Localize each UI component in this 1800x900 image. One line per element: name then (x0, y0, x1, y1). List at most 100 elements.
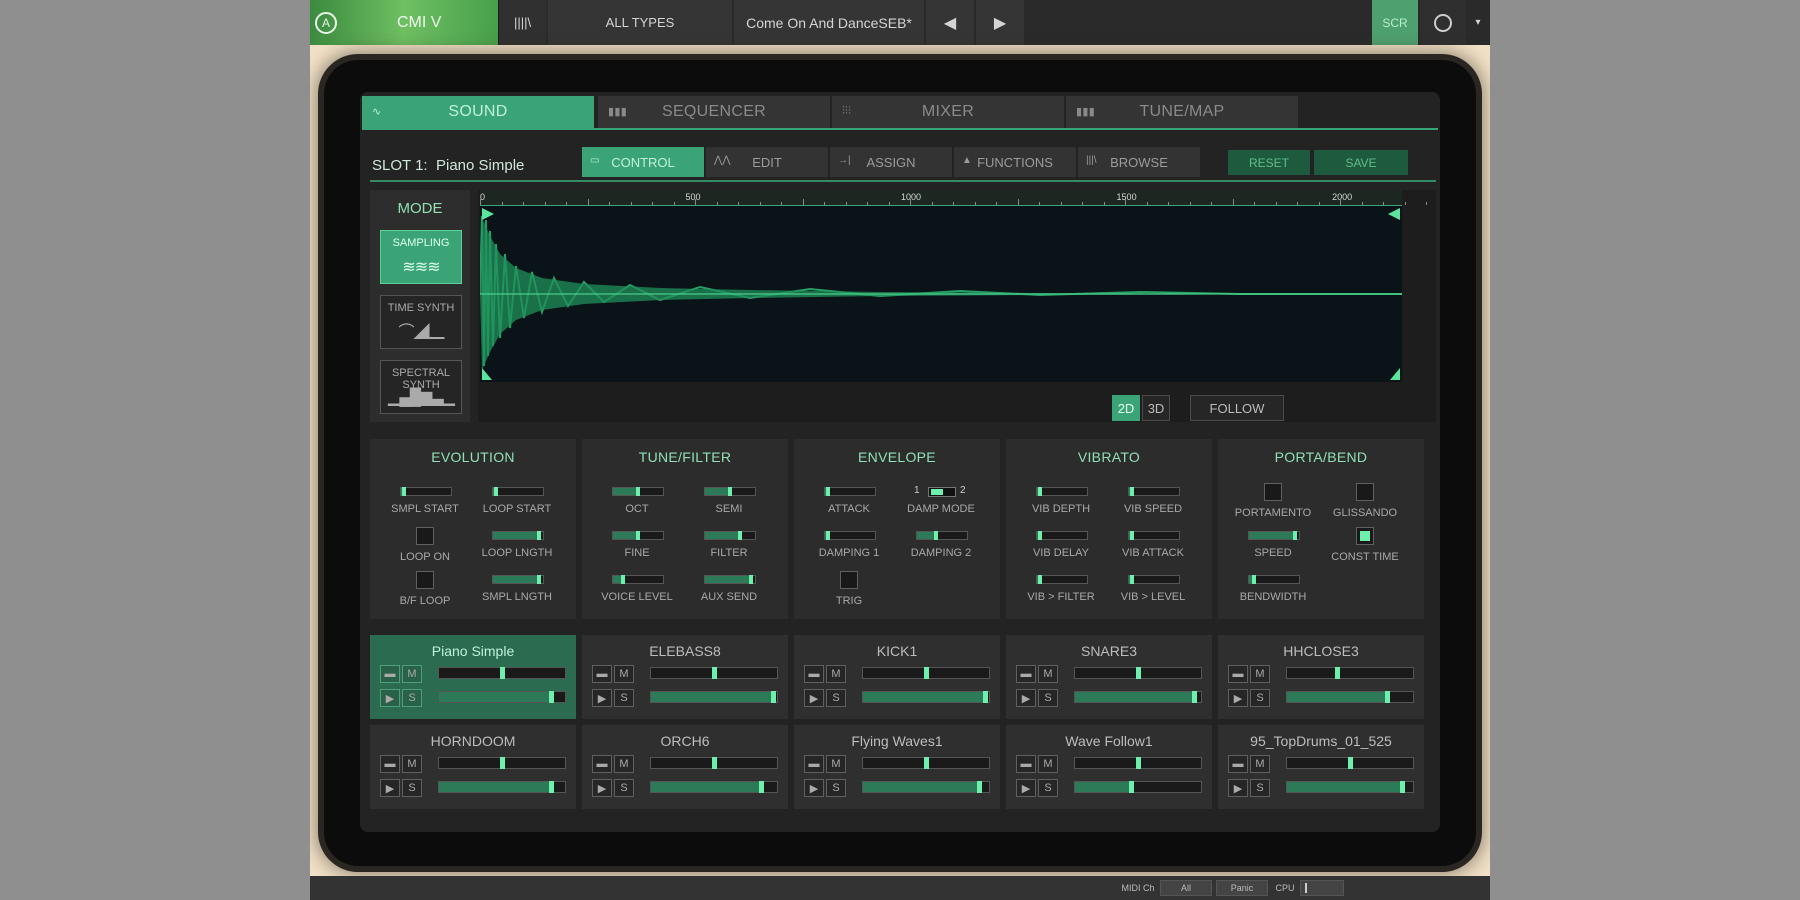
folder-icon[interactable]: ▬ (804, 665, 824, 683)
scr-button[interactable]: SCR (1372, 0, 1418, 45)
solo-button[interactable]: S (614, 779, 634, 797)
slider-thumb[interactable] (1293, 531, 1297, 540)
view-3d-button[interactable]: 3D (1142, 395, 1170, 421)
midi-channel-select[interactable]: All (1160, 880, 1212, 896)
portamento-checkbox[interactable] (1264, 483, 1282, 501)
glissando-checkbox[interactable] (1356, 483, 1374, 501)
slider-thumb[interactable] (825, 487, 830, 496)
semi-slider[interactable] (704, 487, 756, 496)
preset-name[interactable]: Come On And DanceSEB* (734, 0, 924, 45)
b-f-loop-checkbox[interactable] (416, 571, 434, 589)
pan-slider[interactable] (1286, 757, 1414, 769)
filter-slider[interactable] (704, 531, 756, 540)
play-icon[interactable]: ▶ (804, 689, 824, 707)
mute-button[interactable]: M (614, 755, 634, 773)
vib-depth-slider[interactable] (1036, 487, 1088, 496)
level-slider[interactable] (1286, 781, 1414, 793)
instrument-slot[interactable]: ORCH6 ▬ M ▶ S (582, 725, 788, 809)
pan-thumb[interactable] (1136, 667, 1141, 679)
pan-thumb[interactable] (500, 757, 505, 769)
damping-2-slider[interactable] (916, 531, 968, 540)
instrument-slot[interactable]: Flying Waves1 ▬ M ▶ S (794, 725, 1000, 809)
play-icon[interactable]: ▶ (1228, 689, 1248, 707)
instrument-slot[interactable]: HHCLOSE3 ▬ M ▶ S (1218, 635, 1424, 719)
loop-lngth-slider[interactable] (492, 531, 544, 540)
slider-thumb[interactable] (1037, 487, 1042, 496)
tab-tune-map[interactable]: ▮▮▮ TUNE/MAP (1066, 96, 1298, 128)
slider-thumb[interactable] (621, 575, 625, 584)
folder-icon[interactable]: ▬ (380, 755, 400, 773)
subtab-control[interactable]: ▭ CONTROL (582, 147, 704, 177)
mute-button[interactable]: M (1038, 755, 1058, 773)
pan-thumb[interactable] (1335, 667, 1341, 679)
level-slider[interactable] (438, 781, 566, 793)
slider-thumb[interactable] (1252, 575, 1256, 584)
pan-thumb[interactable] (1136, 757, 1141, 769)
level-thumb[interactable] (1384, 691, 1390, 703)
pan-slider[interactable] (1286, 667, 1414, 679)
smpl-start-slider[interactable] (400, 487, 452, 496)
slider-thumb[interactable] (934, 531, 938, 540)
pan-slider[interactable] (438, 667, 566, 679)
vib-delay-slider[interactable] (1036, 531, 1088, 540)
type-filter-dropdown[interactable]: ALL TYPES (548, 0, 732, 45)
aux-send-slider[interactable] (704, 575, 756, 584)
play-icon[interactable]: ▶ (380, 689, 400, 707)
app-logo-button[interactable]: A CMI V (310, 0, 498, 45)
instrument-slot[interactable]: KICK1 ▬ M ▶ S (794, 635, 1000, 719)
solo-button[interactable]: S (402, 779, 422, 797)
tab-sound[interactable]: ∿ SOUND (362, 96, 594, 128)
mute-button[interactable]: M (614, 665, 634, 683)
solo-button[interactable]: S (614, 689, 634, 707)
folder-icon[interactable]: ▬ (592, 665, 612, 683)
slider-thumb[interactable] (1037, 531, 1042, 540)
mode-spectral-synth-button[interactable]: SPECTRAL SYNTH ▁▄█▆▃▁ (380, 360, 462, 414)
play-icon[interactable]: ▶ (1016, 689, 1036, 707)
slider-thumb[interactable] (636, 487, 640, 496)
fine-slider[interactable] (612, 531, 664, 540)
solo-button[interactable]: S (402, 689, 422, 707)
level-thumb[interactable] (983, 691, 989, 703)
play-icon[interactable]: ▶ (1228, 779, 1248, 797)
level-slider[interactable] (862, 781, 990, 793)
pan-slider[interactable] (1074, 667, 1202, 679)
mute-button[interactable]: M (402, 665, 422, 683)
slider-thumb[interactable] (537, 575, 541, 584)
level-slider[interactable] (650, 781, 778, 793)
oct-slider[interactable] (612, 487, 664, 496)
prev-preset-button[interactable]: ◀ (926, 0, 974, 45)
instrument-slot[interactable]: Wave Follow1 ▬ M ▶ S (1006, 725, 1212, 809)
solo-button[interactable]: S (826, 689, 846, 707)
save-button[interactable]: SAVE (1314, 150, 1408, 175)
slider-thumb[interactable] (728, 487, 732, 496)
pan-thumb[interactable] (1348, 757, 1353, 769)
pan-slider[interactable] (650, 757, 778, 769)
instrument-slot[interactable]: ELEBASS8 ▬ M ▶ S (582, 635, 788, 719)
damping-1-slider[interactable] (824, 531, 876, 540)
menu-chevron-icon[interactable]: ▾ (1466, 0, 1490, 45)
folder-icon[interactable]: ▬ (804, 755, 824, 773)
level-slider[interactable] (1074, 781, 1202, 793)
play-icon[interactable]: ▶ (1016, 779, 1036, 797)
play-icon[interactable]: ▶ (804, 779, 824, 797)
level-thumb[interactable] (1399, 781, 1405, 793)
slider-thumb[interactable] (537, 531, 541, 540)
solo-button[interactable]: S (1038, 689, 1058, 707)
level-thumb[interactable] (771, 691, 777, 703)
subtab-edit[interactable]: ⋀⋀ EDIT (706, 147, 828, 177)
pan-thumb[interactable] (712, 757, 717, 769)
level-thumb[interactable] (549, 781, 555, 793)
folder-icon[interactable]: ▬ (1016, 755, 1036, 773)
slider-thumb[interactable] (1129, 575, 1134, 584)
subtab-browse[interactable]: |||\ BROWSE (1078, 147, 1200, 177)
tab-mixer[interactable]: ⫶⫶⫶ MIXER (832, 96, 1064, 128)
mute-button[interactable]: M (826, 665, 846, 683)
vib-speed-slider[interactable] (1128, 487, 1180, 496)
voice-level-slider[interactable] (612, 575, 664, 584)
slider-thumb[interactable] (825, 531, 830, 540)
pan-slider[interactable] (650, 667, 778, 679)
midi-settings-button[interactable] (1420, 0, 1466, 45)
level-thumb[interactable] (758, 781, 764, 793)
slider-thumb[interactable] (401, 487, 406, 496)
instrument-slot[interactable]: 95_TopDrums_01_525 ▬ M ▶ S (1218, 725, 1424, 809)
